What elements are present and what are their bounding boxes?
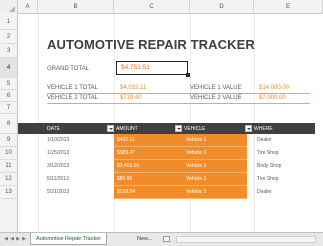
row-header-12[interactable]: 12	[0, 173, 18, 186]
table-cell-where[interactable]: Tire Shop	[254, 173, 314, 186]
table-cell-date[interactable]: 3/12/2013	[45, 160, 114, 173]
column-header-b[interactable]: B	[38, 0, 114, 14]
table-cell-where[interactable]: Dealer	[254, 134, 314, 147]
row-header-10[interactable]: 10	[0, 147, 18, 160]
last-sheet-icon[interactable]: ▶	[21, 236, 27, 242]
row-header-7[interactable]: 7	[0, 102, 18, 114]
table-cell-vehicle[interactable]: Vehicle 2	[183, 186, 247, 199]
fill-handle[interactable]	[186, 73, 190, 77]
row-header-9[interactable]: 9	[0, 134, 18, 147]
table-cell-vehicle[interactable]: Vehicle 1	[183, 160, 247, 173]
table-cell-where[interactable]: Tire Shop	[254, 147, 314, 160]
table-cell-date[interactable]: 5/11/2013	[45, 173, 114, 186]
filter-dropdown-icon[interactable]	[245, 125, 252, 132]
row-header-3[interactable]: 3	[0, 44, 18, 58]
grand-total-label[interactable]: GRAND TOTAL	[47, 66, 89, 72]
table-cell-date[interactable]: 5/21/2013	[45, 186, 114, 199]
new-sheet-icon[interactable]	[163, 236, 170, 242]
table-header: DATE AMOUNT VEHICLE WHERE	[18, 123, 315, 134]
vehicle-1-value-label[interactable]: VEHICLE 1 VALUE	[190, 85, 242, 91]
sheet-tab-bar: ◀ ◀ ▶ ▶ Automotive Repair Tracker New...	[0, 232, 323, 246]
row-header-1[interactable]: 1	[0, 14, 18, 30]
tab-new[interactable]: New...	[132, 233, 157, 245]
column-header-row: A B C D E	[0, 0, 323, 14]
row-header-6[interactable]: 6	[0, 90, 18, 102]
column-header-c[interactable]: C	[114, 0, 190, 14]
tab-automotive-repair-tracker[interactable]: Automotive Repair Tracker	[30, 233, 108, 245]
row-header-2[interactable]: 2	[0, 30, 18, 44]
header-where[interactable]: WHERE	[254, 126, 273, 132]
vehicle-2-value-amount[interactable]: $7,000.00	[259, 95, 286, 101]
page-title[interactable]: AUTOMOTIVE REPAIR TRACKER	[47, 37, 255, 52]
table-cell-vehicle[interactable]: Vehicle 2	[183, 173, 247, 186]
row-header-13[interactable]: 13	[0, 186, 18, 199]
divider-line	[47, 103, 310, 104]
vehicle-2-total-value[interactable]: $719.40	[120, 95, 142, 101]
table-cell-where[interactable]: Dealer	[254, 186, 314, 199]
horizontal-scrollbar[interactable]	[176, 236, 316, 243]
header-vehicle[interactable]: VEHICLE	[184, 126, 205, 132]
row-header-4[interactable]: 4	[0, 58, 18, 78]
column-header-a[interactable]: A	[18, 0, 38, 14]
column-header-d[interactable]: D	[190, 0, 254, 14]
vehicle-1-value-amount[interactable]: $14,000.00	[259, 85, 289, 91]
row-header-filler	[0, 199, 18, 232]
vehicle-1-total-value[interactable]: $4,032.11	[120, 85, 146, 91]
header-date[interactable]: DATE	[47, 126, 60, 132]
table-cell-date[interactable]: 1/25/2013	[45, 147, 114, 160]
header-amount[interactable]: AMOUNT	[116, 126, 138, 132]
table-cell-amount[interactable]: $89.99	[114, 173, 183, 186]
table-cell-amount[interactable]: $389.47	[114, 147, 183, 160]
table-cell-amount[interactable]: $432.11	[114, 134, 183, 147]
grand-total-cell[interactable]: $4,751.51	[116, 61, 190, 77]
table-cell-vehicle[interactable]: Vehicle 2	[183, 147, 247, 160]
grand-total-value: $4,751.51	[121, 64, 150, 71]
vehicle-2-value-label[interactable]: VEHICLE 2 VALUE	[190, 95, 242, 101]
table-cell-vehicle[interactable]: Vehicle 1	[183, 134, 247, 147]
row-header-8[interactable]: 8	[0, 114, 18, 134]
vehicle-2-total-label[interactable]: VEHICLE 2 TOTAL	[47, 95, 98, 101]
table-cell-amount[interactable]: $3,400.00	[114, 160, 183, 173]
row-header-5[interactable]: 5	[0, 78, 18, 90]
column-header-e[interactable]: E	[254, 0, 323, 14]
row-header-11[interactable]: 11	[0, 160, 18, 173]
spreadsheet: A B C D E 1 2 3 4 5 6 7 8 9 10 11 12 13 …	[0, 0, 323, 246]
table-cell-date[interactable]: 1/10/2013	[45, 134, 114, 147]
vehicle-1-total-label[interactable]: VEHICLE 1 TOTAL	[47, 85, 98, 91]
filter-dropdown-icon[interactable]	[175, 125, 182, 132]
table-cell-amount[interactable]: $239.54	[114, 186, 183, 199]
divider-line	[47, 93, 310, 94]
table-cell-where[interactable]: Body Shop	[254, 160, 314, 173]
select-all-corner[interactable]	[0, 0, 18, 14]
filter-dropdown-icon[interactable]	[107, 125, 114, 132]
